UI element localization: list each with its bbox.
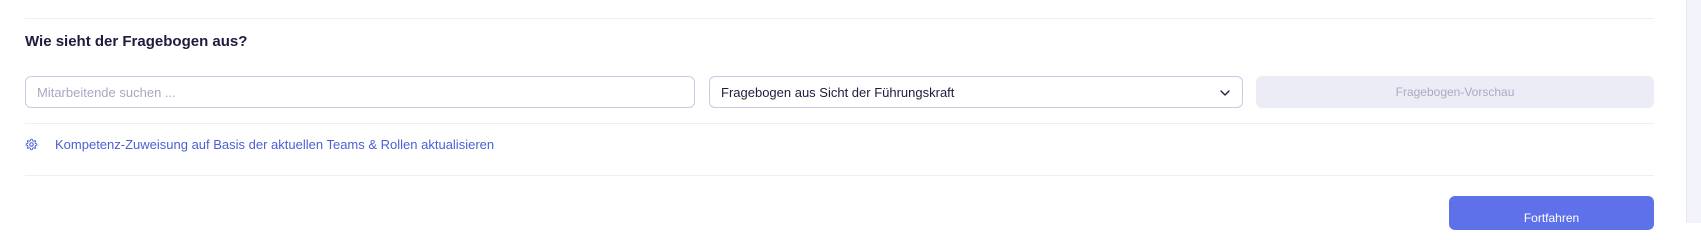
top-divider — [25, 18, 1654, 19]
middle-divider — [25, 123, 1654, 124]
scrollbar-track[interactable] — [1686, 0, 1701, 223]
perspective-select-value: Fragebogen aus Sicht der Führungskraft — [721, 85, 955, 100]
employee-search-input[interactable] — [25, 76, 695, 108]
section-title: Wie sieht der Fragebogen aus? — [25, 33, 248, 50]
perspective-select[interactable]: Fragebogen aus Sicht der Führungskraft — [709, 76, 1243, 108]
gear-icon — [25, 138, 38, 150]
bottom-divider — [25, 175, 1654, 176]
continue-button[interactable]: Fortfahren — [1449, 196, 1654, 230]
questionnaire-settings-page: Wie sieht der Fragebogen aus? Fragebogen… — [0, 0, 1701, 230]
update-link-label: Kompetenz-Zuweisung auf Basis der aktuel… — [55, 136, 495, 152]
questionnaire-preview-button[interactable]: Fragebogen-Vorschau — [1256, 76, 1654, 108]
update-competency-assignment-link[interactable]: Kompetenz-Zuweisung auf Basis der aktuel… — [25, 135, 494, 153]
chevron-down-icon — [1220, 90, 1230, 96]
